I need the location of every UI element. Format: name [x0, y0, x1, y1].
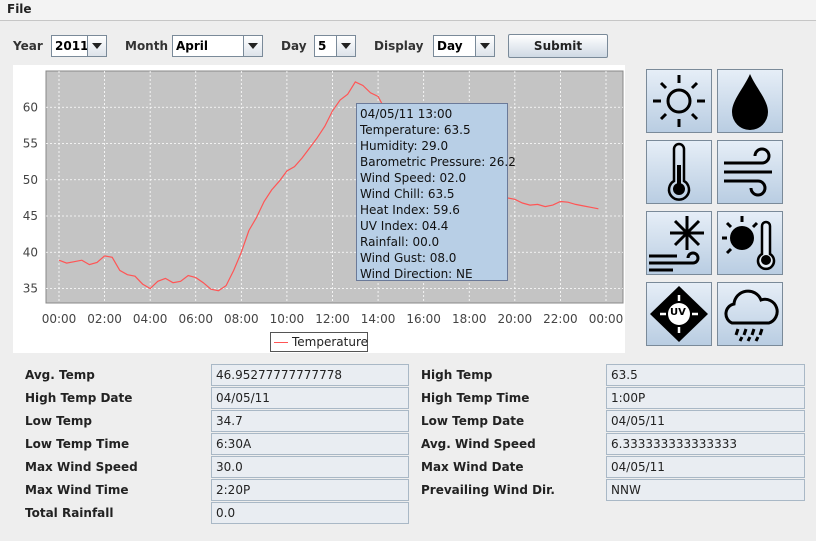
x-tick-label: 22:00 [543, 312, 578, 326]
year-select[interactable]: 2011 [51, 35, 107, 57]
submit-button[interactable]: Submit [508, 34, 608, 58]
display-label: Display [374, 39, 424, 53]
stat-label-low-temp-time: Low Temp Time [25, 437, 130, 451]
tooltip-line: Wind Gust: 08.0 [360, 251, 457, 265]
year-value: 2011 [55, 39, 89, 53]
stat-value-total-rainfall: 0.0 [211, 502, 409, 524]
stat-value-max-wind-speed: 30.0 [211, 456, 409, 478]
x-tick-label: 00:00 [42, 312, 77, 326]
tooltip-line: Rainfall: 00.0 [360, 235, 440, 249]
x-tick-label: 02:00 [87, 312, 122, 326]
chevron-down-icon[interactable] [243, 36, 262, 56]
display-value: Day [437, 39, 463, 53]
chevron-down-icon[interactable] [87, 36, 106, 56]
chevron-down-icon[interactable] [336, 36, 355, 56]
display-select[interactable]: Day [433, 35, 495, 57]
raindrop-icon[interactable] [717, 69, 783, 133]
y-tick-label: 35 [23, 282, 38, 296]
x-tick-label: 12:00 [315, 312, 350, 326]
month-select[interactable]: April [172, 35, 263, 57]
x-tick-label: 10:00 [270, 312, 305, 326]
chart-tooltip: 04/05/11 13:00 Temperature: 63.5 Humidit… [356, 103, 516, 281]
tooltip-line: Wind Direction: NE [360, 267, 473, 281]
day-select[interactable]: 5 [314, 35, 356, 57]
tooltip-line: Barometric Pressure: 26.2 [360, 155, 516, 169]
temperature-chart-panel: 35 40 45 50 55 60 00:00 02:00 04:00 06:00 08:00 10… [13, 65, 625, 353]
stat-label-total-rainfall: Total Rainfall [25, 506, 114, 520]
stat-value-high-temp-date: 04/05/11 [211, 387, 409, 409]
uv-index-icon[interactable]: UV [646, 282, 712, 346]
x-tick-label: 20:00 [498, 312, 533, 326]
stat-label-max-wind-date: Max Wind Date [421, 460, 524, 474]
year-label: Year [13, 39, 43, 53]
y-tick-label: 40 [23, 245, 38, 259]
stat-value-low-temp: 34.7 [211, 410, 409, 432]
wind-icon[interactable] [717, 140, 783, 204]
day-value: 5 [318, 39, 327, 53]
stat-value-max-wind-date: 04/05/11 [606, 456, 805, 478]
x-tick-label: 04:00 [133, 312, 168, 326]
stat-label-high-temp-date: High Temp Date [25, 391, 133, 405]
stat-label-prevailing-wind-dir: Prevailing Wind Dir. [421, 483, 555, 497]
thermometer-icon[interactable] [646, 140, 712, 204]
day-label: Day [281, 39, 307, 53]
legend-label: Temperature [292, 335, 369, 349]
stat-label-high-temp-time: High Temp Time [421, 391, 530, 405]
stat-value-high-temp-time: 1:00P [606, 387, 805, 409]
stat-value-max-wind-time: 2:20P [211, 479, 409, 501]
y-tick-label: 55 [23, 137, 38, 151]
stat-label-low-temp-date: Low Temp Date [421, 414, 525, 428]
chevron-down-icon[interactable] [475, 36, 494, 56]
menu-bar: File [0, 0, 816, 21]
stat-label-low-temp: Low Temp [25, 414, 92, 428]
x-tick-label: 16:00 [406, 312, 441, 326]
stat-label-high-temp: High Temp [421, 368, 493, 382]
stat-value-high-temp: 63.5 [606, 364, 805, 386]
tooltip-line: Wind Chill: 63.5 [360, 187, 455, 201]
stat-value-low-temp-time: 6:30A [211, 433, 409, 455]
stat-label-avg-temp: Avg. Temp [25, 368, 95, 382]
stat-label-max-wind-speed: Max Wind Speed [25, 460, 138, 474]
sun-icon[interactable] [646, 69, 712, 133]
menu-file[interactable]: File [7, 2, 32, 16]
stat-label-max-wind-time: Max Wind Time [25, 483, 129, 497]
x-tick-label: 08:00 [224, 312, 259, 326]
tooltip-line: Heat Index: 59.6 [360, 203, 460, 217]
x-tick-label: 14:00 [361, 312, 396, 326]
y-tick-label: 45 [23, 209, 38, 223]
temperature-chart: 35 40 45 50 55 60 00:00 02:00 04:00 06:00 08:00 10… [23, 70, 624, 326]
tooltip-line: Temperature: 63.5 [360, 123, 471, 137]
tooltip-line: UV Index: 04.4 [360, 219, 449, 233]
rain-cloud-icon[interactable] [717, 282, 783, 346]
heat-index-icon[interactable] [717, 211, 783, 275]
uv-label: UV [670, 307, 686, 318]
legend-line [274, 342, 288, 343]
month-label: Month [125, 39, 169, 53]
y-tick-label: 60 [23, 100, 38, 114]
stat-label-avg-wind-speed: Avg. Wind Speed [421, 437, 536, 451]
stat-value-low-temp-date: 04/05/11 [606, 410, 805, 432]
stat-value-prevailing-wind-dir: NNW [606, 479, 805, 501]
stat-value-avg-wind-speed: 6.333333333333333 [606, 433, 805, 455]
x-tick-label: 06:00 [178, 312, 213, 326]
stat-value-avg-temp: 46.95277777777778 [211, 364, 409, 386]
x-tick-label: 00:00 [589, 312, 624, 326]
tooltip-line: 04/05/11 13:00 [360, 107, 453, 121]
wind-chill-icon[interactable] [646, 211, 712, 275]
y-tick-label: 50 [23, 173, 38, 187]
month-value: April [176, 39, 209, 53]
chart-legend: Temperature [270, 332, 368, 352]
tooltip-line: Wind Speed: 02.0 [360, 171, 467, 185]
x-tick-label: 18:00 [452, 312, 487, 326]
tooltip-line: Humidity: 29.0 [360, 139, 449, 153]
